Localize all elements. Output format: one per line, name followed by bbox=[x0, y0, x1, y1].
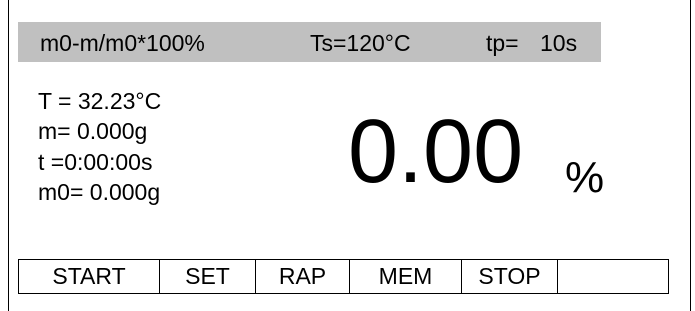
formula-label: m0-m/m0*100% bbox=[40, 30, 205, 56]
tp-label: tp= bbox=[486, 30, 519, 56]
result-value: 0.00 bbox=[348, 102, 524, 202]
initial-mass-readout: m0= 0.000g bbox=[38, 179, 161, 205]
temperature-readout: T = 32.23°C bbox=[38, 88, 162, 114]
tp-value: 10s bbox=[540, 30, 578, 56]
softkey-bar: START SET RAP MEM STOP bbox=[18, 259, 669, 294]
set-button[interactable]: SET bbox=[160, 260, 256, 293]
result-unit: % bbox=[565, 153, 605, 202]
start-button[interactable]: START bbox=[19, 260, 160, 293]
set-temperature-label: Ts=120°C bbox=[310, 30, 411, 56]
mass-readout: m= 0.000g bbox=[38, 118, 148, 144]
stop-button[interactable]: STOP bbox=[462, 260, 558, 293]
status-header-bar: m0-m/m0*100% Ts=120°C tp= 10s bbox=[18, 22, 601, 62]
blank-softkey-button[interactable] bbox=[558, 260, 668, 293]
rap-button[interactable]: RAP bbox=[256, 260, 350, 293]
mem-button[interactable]: MEM bbox=[350, 260, 462, 293]
time-readout: t =0:00:00s bbox=[38, 149, 153, 175]
